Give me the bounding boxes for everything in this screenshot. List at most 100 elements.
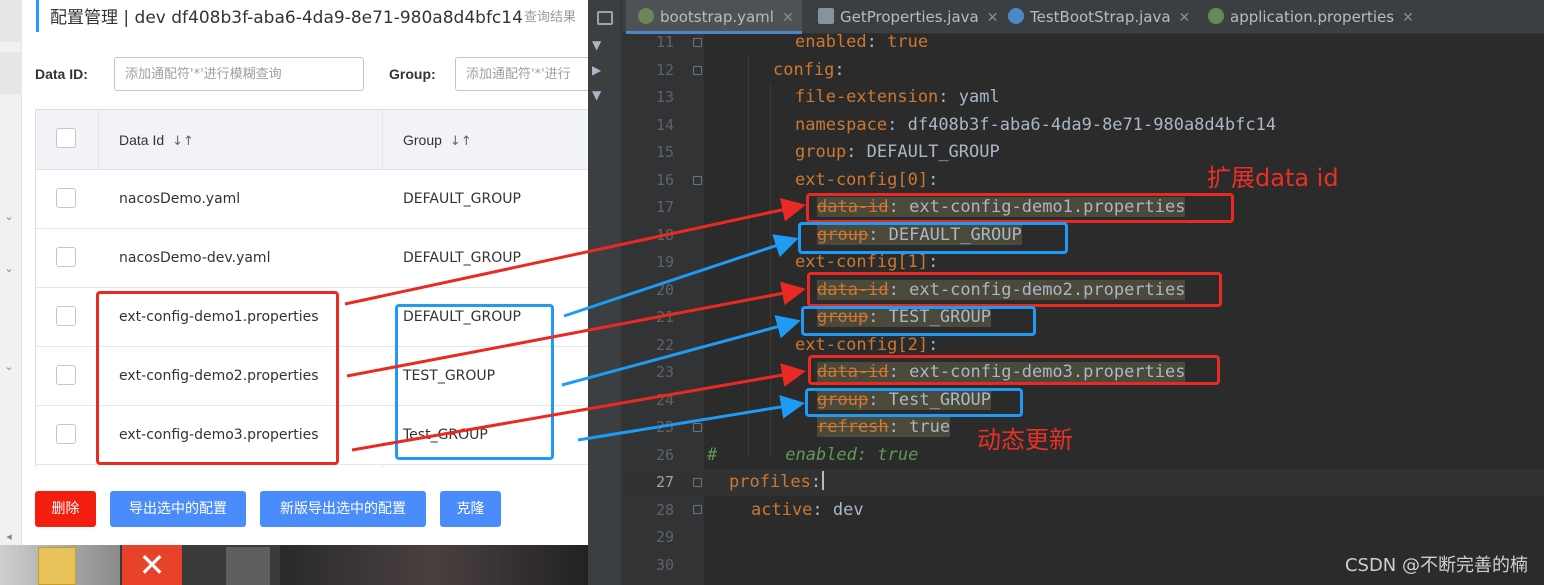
page-title: 配置管理 | dev df408b3f-aba6-4da9-8e71-980a8… (50, 8, 523, 28)
ide-tool-strip: ▼ ▶ ▼ (588, 0, 622, 585)
line-number: 15 (655, 143, 674, 161)
annotation-dynamic-refresh: 动态更新 (977, 426, 1073, 454)
nav-block[interactable] (0, 0, 22, 42)
data-id-cell[interactable]: nacosDemo-dev.yaml (119, 229, 270, 288)
code-line[interactable]: # enabled: true (707, 442, 918, 469)
x-app-icon[interactable]: ✕ (122, 545, 182, 585)
line-number: 30 (655, 556, 674, 574)
group-label: Group: (389, 66, 436, 82)
export-selected-button[interactable]: 导出选中的配置 (110, 491, 246, 527)
yaml-sep: : (810, 472, 822, 492)
group-search-input[interactable] (455, 57, 588, 91)
delete-button[interactable]: 删除 (35, 491, 96, 527)
yaml-sep: : (834, 60, 845, 80)
code-line[interactable]: namespace: df408b3f-aba6-4da9-8e71-980a8… (795, 112, 1276, 139)
sort-icon[interactable]: ↓↑ (172, 112, 194, 172)
title-accent-bar (36, 0, 39, 32)
java-class-icon (1008, 8, 1024, 24)
fold-marker-icon[interactable] (693, 176, 702, 185)
yaml-key: ext-config[1] (795, 252, 929, 272)
fold-marker-icon[interactable] (693, 38, 702, 47)
collapse-triangle-icon[interactable]: ▼ (592, 38, 601, 52)
tab-application-properties[interactable]: application.properties ✕ (1206, 0, 1442, 34)
close-icon[interactable]: ✕ (1402, 10, 1414, 26)
row-checkbox[interactable] (56, 306, 76, 326)
tab-testbootstrap-java[interactable]: TestBootStrap.java ✕ (1006, 0, 1204, 34)
code-line[interactable]: group: DEFAULT_GROUP (795, 139, 1000, 166)
tab-label: application.properties (1230, 8, 1395, 26)
chevron-down-icon[interactable]: ⌄ (2, 262, 16, 275)
code-line[interactable]: refresh: true (817, 414, 951, 441)
fold-marker-icon[interactable] (693, 478, 702, 487)
column-header-group[interactable]: Group ↓↑ (403, 110, 472, 170)
folder-icon[interactable] (38, 547, 76, 585)
chevron-down-icon[interactable]: ⌄ (2, 210, 16, 223)
data-id-cell[interactable]: nacosDemo.yaml (119, 170, 240, 229)
code-line[interactable]: profiles: (729, 469, 825, 496)
table-header: Data Id ↓↑ Group ↓↑ (36, 110, 588, 170)
code-line[interactable]: config: (773, 57, 845, 84)
line-number: 12 (655, 61, 674, 79)
line-number: 21 (655, 308, 674, 326)
scroll-left-icon[interactable]: ◂ (2, 530, 16, 543)
editor-tab-bar: bootstrap.yaml ✕ GetProperties.java ✕ Test… (622, 0, 1544, 34)
column-header-data-id[interactable]: Data Id ↓↑ (119, 110, 194, 170)
indent-guide (770, 84, 771, 456)
select-all-checkbox[interactable] (56, 128, 76, 148)
collapse-triangle-icon[interactable]: ▼ (592, 88, 601, 102)
desktop-taskbar: ✕ (0, 545, 588, 585)
line-number: 11 (655, 33, 674, 51)
close-icon[interactable]: ✕ (1179, 10, 1191, 26)
yaml-key: ext-config[0] (795, 170, 929, 190)
yaml-value: DEFAULT_GROUP (866, 142, 1000, 162)
row-checkbox[interactable] (56, 188, 76, 208)
nav-block[interactable] (0, 52, 22, 94)
code-line[interactable]: enabled: true (795, 29, 928, 56)
app-icon[interactable] (226, 547, 270, 585)
yaml-key: refresh (817, 417, 889, 437)
yaml-sep: : (887, 115, 908, 135)
clone-button[interactable]: 克隆 (440, 491, 501, 527)
fold-marker-icon[interactable] (693, 505, 702, 514)
line-number: 23 (655, 363, 674, 381)
yaml-key: active (751, 500, 813, 520)
blue-highlight-box (798, 222, 1068, 254)
chevron-down-icon[interactable]: ⌄ (2, 360, 16, 373)
yaml-sep: : (846, 142, 867, 162)
expand-triangle-icon[interactable]: ▶ (592, 63, 601, 77)
tab-label: bootstrap.yaml (660, 8, 774, 26)
column-label: Data Id (119, 132, 165, 148)
blue-highlight-box (805, 388, 1023, 417)
table-row[interactable]: nacosDemo-dev.yaml DEFAULT_GROUP (36, 229, 588, 288)
code-line[interactable]: ext-config[0]: (795, 167, 938, 194)
sort-icon[interactable]: ↓↑ (450, 112, 472, 172)
query-result-hint: 查询结果 (524, 9, 577, 24)
yaml-key: config (773, 60, 835, 80)
new-export-selected-button[interactable]: 新版导出选中的配置 (260, 491, 426, 527)
close-icon[interactable]: ✕ (987, 10, 999, 26)
tab-label: TestBootStrap.java (1030, 8, 1171, 26)
line-number: 20 (655, 281, 674, 299)
code-line[interactable]: file-extension: yaml (795, 84, 1000, 111)
yaml-sep: : (938, 87, 959, 107)
project-icon[interactable] (597, 11, 613, 25)
line-number: 13 (655, 88, 674, 106)
fold-marker-icon[interactable] (693, 66, 702, 75)
line-number: 29 (655, 528, 674, 546)
row-checkbox[interactable] (56, 424, 76, 444)
watermark: CSDN @不断完善的楠 (1344, 555, 1528, 576)
fold-marker-icon[interactable] (693, 423, 702, 432)
yaml-value: yaml (958, 87, 1000, 107)
row-checkbox[interactable] (56, 365, 76, 385)
line-number: 25 (655, 418, 674, 436)
table-row[interactable]: nacosDemo.yaml DEFAULT_GROUP (36, 170, 588, 229)
group-cell: DEFAULT_GROUP (403, 250, 521, 266)
tab-label: GetProperties.java (840, 8, 979, 26)
data-id-search-input[interactable] (114, 57, 364, 91)
annotation-ext-data-id: 扩展data id (1207, 164, 1339, 192)
row-checkbox[interactable] (56, 247, 76, 267)
yaml-key: namespace (795, 115, 888, 135)
code-line[interactable]: active: dev (751, 497, 864, 524)
close-icon[interactable]: ✕ (782, 10, 794, 26)
line-number: 28 (655, 501, 674, 519)
